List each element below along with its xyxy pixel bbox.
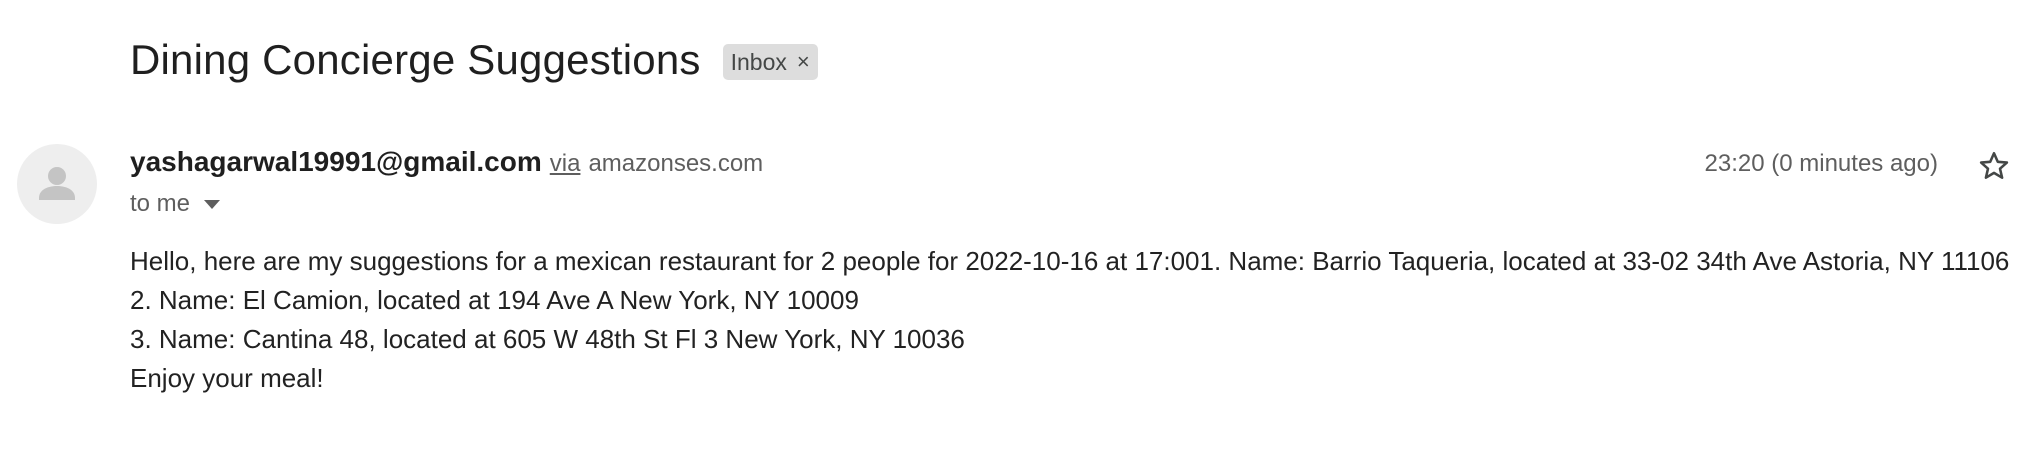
email-body: Hello, here are my suggestions for a mex… bbox=[130, 242, 2009, 398]
default-person-avatar-icon bbox=[39, 167, 75, 200]
caret-down-icon bbox=[204, 199, 221, 209]
email-subject: Dining Concierge Suggestions bbox=[130, 36, 701, 83]
via-domain: amazonses.com bbox=[588, 150, 764, 177]
label-chip-text: Inbox bbox=[730, 49, 787, 75]
email-header: Dining Concierge Suggestions Inbox × bbox=[130, 32, 818, 88]
recipient-label: to me bbox=[130, 190, 191, 217]
body-line: Enjoy your meal! bbox=[130, 363, 324, 393]
body-line: 2. Name: El Camion, located at 194 Ave A… bbox=[130, 285, 859, 315]
sender-line: yashagarwal19991@gmail.com via amazonses… bbox=[130, 146, 763, 178]
body-line: Hello, here are my suggestions for a mex… bbox=[130, 246, 2010, 276]
via-link[interactable]: via bbox=[550, 150, 581, 178]
email-timestamp: 23:20 (0 minutes ago) bbox=[1704, 150, 1938, 177]
close-icon[interactable]: × bbox=[797, 44, 810, 80]
avatar[interactable] bbox=[17, 144, 97, 224]
body-line: 3. Name: Cantina 48, located at 605 W 48… bbox=[130, 324, 965, 354]
sender-email[interactable]: yashagarwal19991@gmail.com bbox=[130, 146, 542, 178]
recipient-details-toggle[interactable]: to me bbox=[130, 190, 221, 218]
star-icon[interactable] bbox=[1976, 148, 2012, 184]
inbox-label-chip[interactable]: Inbox × bbox=[722, 44, 818, 80]
